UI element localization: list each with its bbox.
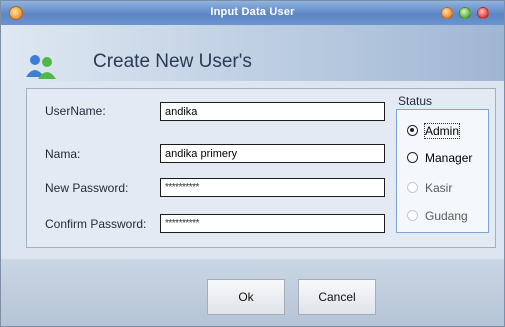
radio-admin-circle[interactable] [407,125,418,136]
page-title: Create New User's [93,51,252,72]
radio-gudang-circle [407,210,418,221]
status-label: Status [398,94,433,108]
radio-admin-label[interactable]: Admin [423,123,461,139]
username-field[interactable]: andika [160,102,385,121]
radio-manager-circle[interactable] [407,152,418,163]
cancel-button[interactable]: Cancel [298,279,376,315]
nama-field[interactable]: andika primery [160,144,385,163]
dialog-window: Input Data User Create New User's UserNa… [0,0,505,327]
maximize-button[interactable] [459,7,471,19]
radio-gudang-label: Gudang [425,209,468,223]
new-password-label: New Password: [45,181,129,195]
title-bar[interactable]: Input Data User [1,1,504,25]
close-button[interactable] [477,7,489,19]
status-radio-group: Admin Manager Kasir Gudang [396,109,489,233]
nama-label: Nama: [45,147,81,161]
header-banner: Create New User's [1,25,504,81]
minimize-button[interactable] [441,7,453,19]
confirm-password-label: Confirm Password: [45,217,147,231]
users-icon [26,55,56,79]
radio-manager-label[interactable]: Manager [425,151,472,165]
radio-kasir-circle [407,182,418,193]
confirm-password-field[interactable]: ********** [160,214,385,233]
new-password-field[interactable]: ********** [160,178,385,197]
username-label: UserName: [45,104,106,118]
window-title: Input Data User [210,6,295,18]
ok-button[interactable]: Ok [207,279,285,315]
radio-kasir-label: Kasir [425,181,453,195]
